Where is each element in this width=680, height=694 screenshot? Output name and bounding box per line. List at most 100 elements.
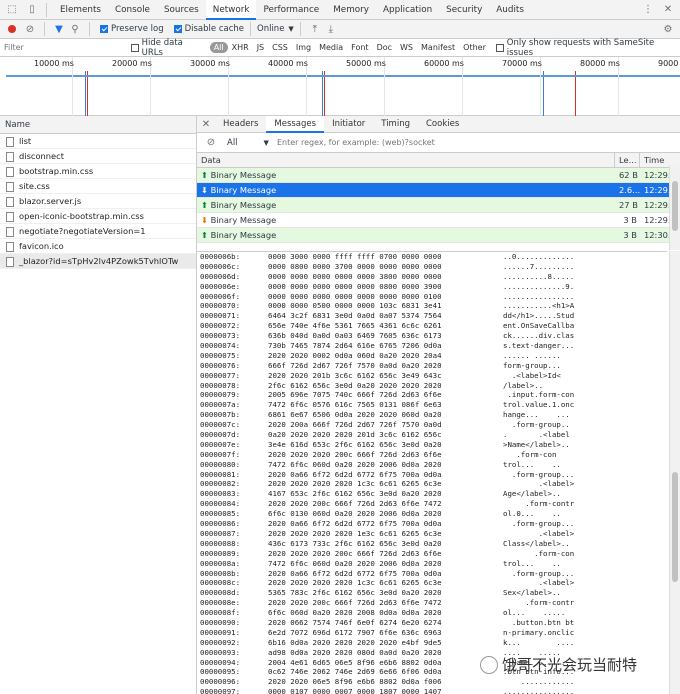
disable-cache-checkbox[interactable] — [173, 25, 182, 33]
message-row[interactable]: ⬆ Binary Message 27 B 12:29... — [197, 198, 680, 213]
tab-network[interactable]: Network — [205, 0, 257, 20]
hex-offset: 00000091: — [200, 627, 241, 637]
divider — [250, 22, 251, 36]
hex-line: 0000008f: 6f6c 060d 0a20 2020 2008 0d0a 0… — [197, 608, 667, 618]
hex-offset: 0000008e: — [200, 598, 241, 608]
message-row[interactable]: ⬆ Binary Message 62 B 12:29... — [197, 168, 680, 183]
detail-tab-headers[interactable]: Headers — [215, 116, 266, 133]
chevron-down-icon[interactable]: ▼ — [264, 139, 269, 147]
request-row[interactable]: _blazor?id=sTpHv2lv4PZowk5TvhlOTw — [0, 254, 196, 269]
hex-bytes: 0000 0000 0000 0000 0000 0800 0000 3900 — [268, 281, 442, 291]
filter-type-other[interactable]: Other — [459, 43, 490, 52]
preserve-log-checkbox[interactable] — [100, 25, 108, 33]
filter-type-manifest[interactable]: Manifest — [417, 43, 459, 52]
samesite-checkbox[interactable] — [495, 43, 504, 52]
close-icon[interactable]: ✕ — [197, 119, 215, 130]
hex-offset: 0000008c: — [200, 578, 241, 588]
hex-bytes: 2020 0a66 6f72 6d2d 6772 6f75 700a 0d0a — [268, 469, 442, 479]
tab-memory[interactable]: Memory — [326, 0, 376, 20]
hex-offset: 00000090: — [200, 617, 241, 627]
hex-line: 00000083: 4167 653c 2f6c 6162 656c 3e0d 0… — [197, 489, 667, 499]
request-row[interactable]: disconnect — [0, 149, 196, 164]
devtools-tabbar: ⬚ ▯ Elements Console Sources Network Perform… — [0, 0, 680, 20]
hex-offset: 0000007a: — [200, 400, 241, 410]
tab-console[interactable]: Console — [108, 0, 157, 20]
length-column-header[interactable]: Le... — [615, 153, 640, 167]
tab-sources[interactable]: Sources — [157, 0, 206, 20]
timeline-tick-label: 60000 ms — [424, 59, 464, 68]
hex-offset: 00000097: — [200, 687, 241, 694]
message-type-select[interactable]: All — [227, 138, 238, 148]
hex-bytes: 2020 2020 200c 666f 726d 2d63 6f6e 7472 — [268, 598, 442, 608]
settings-gear-icon[interactable]: ⚙ — [660, 21, 676, 37]
message-length: 2.6... — [619, 185, 640, 195]
detail-tab-messages[interactable]: Messages — [266, 115, 325, 133]
filter-type-media[interactable]: Media — [315, 43, 347, 52]
filter-icon[interactable]: ▼ — [51, 21, 67, 37]
hex-offset: 00000094: — [200, 657, 241, 667]
filter-input[interactable] — [4, 40, 127, 55]
message-row[interactable]: ⬆ Binary Message 3 B 12:30... — [197, 228, 680, 243]
time-column-header[interactable]: Time — [640, 153, 670, 167]
hex-ascii: ......7......... — [503, 261, 575, 271]
filter-type-all[interactable]: All — [209, 42, 228, 53]
messages-scrollbar[interactable] — [669, 165, 680, 250]
hex-ascii: form-group... — [503, 360, 561, 370]
filter-type-xhr[interactable]: XHR — [228, 43, 253, 52]
timeline-overview[interactable]: 10000 ms 20000 ms 30000 ms 40000 ms 50000 ms… — [0, 57, 680, 116]
hex-offset: 0000008f: — [200, 608, 241, 618]
data-column-header[interactable]: Data — [197, 153, 615, 167]
export-har-icon[interactable]: ⤓ — [323, 21, 339, 37]
name-column-header[interactable]: Name — [0, 116, 196, 134]
detail-tab-cookies[interactable]: Cookies — [418, 116, 467, 133]
scrollbar-thumb[interactable] — [672, 472, 678, 582]
request-row[interactable]: negotiate?negotiateVersion=1 — [0, 224, 196, 239]
message-row[interactable]: ⬇ Binary Message 3 B 12:29... — [197, 213, 680, 228]
file-icon — [6, 152, 14, 162]
search-icon[interactable]: ⚲ — [67, 21, 83, 37]
message-filter-input[interactable] — [276, 135, 497, 150]
record-icon[interactable] — [8, 25, 16, 33]
more-options-icon[interactable]: ⋮ — [640, 2, 656, 18]
tab-performance[interactable]: Performance — [256, 0, 326, 20]
scrollbar-thumb[interactable] — [672, 181, 678, 231]
import-har-icon[interactable]: ⤒ — [307, 21, 323, 37]
clear-messages-icon[interactable]: ⊘ — [203, 135, 219, 151]
request-row[interactable]: favicon.ico — [0, 239, 196, 254]
tab-audits[interactable]: Audits — [489, 0, 531, 20]
message-row[interactable]: ⬇ Binary Message 2.6... 12:29... — [197, 183, 680, 198]
hex-line: 00000091: 6e2d 7072 696d 6172 7907 6f6e 6… — [197, 628, 667, 638]
tab-elements[interactable]: Elements — [53, 0, 108, 20]
inspect-element-icon[interactable]: ⬚ — [4, 2, 20, 18]
filter-type-img[interactable]: Img — [292, 43, 315, 52]
filter-type-ws[interactable]: WS — [396, 43, 417, 52]
messages-list: ⬆ Binary Message62 B12:29...⬇ Binary Mes… — [197, 168, 680, 243]
request-row[interactable]: open-iconic-bootstrap.min.css — [0, 209, 196, 224]
hex-line: 0000008e: 2020 2020 200c 666f 726d 2d63 6… — [197, 598, 667, 608]
chevron-down-icon[interactable]: ▼ — [288, 25, 293, 33]
message-length: 3 B — [623, 230, 637, 240]
throttle-select[interactable]: Online — [257, 24, 284, 34]
filter-type-font[interactable]: Font — [347, 43, 372, 52]
hex-bytes: 636b 040d 0a0d 0a03 6469 7605 636c 6173 — [268, 331, 442, 341]
device-toolbar-icon[interactable]: ▯ — [24, 2, 40, 18]
request-row[interactable]: list — [0, 134, 196, 149]
tab-security[interactable]: Security — [439, 0, 489, 20]
detail-tab-initiator[interactable]: Initiator — [324, 116, 373, 133]
hex-offset: 00000092: — [200, 637, 241, 647]
tab-application[interactable]: Application — [376, 0, 439, 20]
close-devtools-icon[interactable]: ✕ — [660, 2, 676, 18]
filter-type-doc[interactable]: Doc — [373, 43, 396, 52]
hex-scrollbar[interactable] — [669, 251, 680, 694]
filter-type-js[interactable]: JS — [253, 43, 268, 52]
clear-icon[interactable]: ⊘ — [22, 21, 38, 37]
request-row[interactable]: bootstrap.min.css — [0, 164, 196, 179]
request-row[interactable]: blazor.server.js — [0, 194, 196, 209]
detail-tab-timing[interactable]: Timing — [373, 116, 418, 133]
filter-type-css[interactable]: CSS — [268, 43, 292, 52]
hex-offset: 0000006f: — [200, 291, 241, 301]
network-toolbar: ⊘ ▼ ⚲ Preserve log Disable cache Online … — [0, 20, 680, 39]
request-row[interactable]: site.css — [0, 179, 196, 194]
hide-data-urls-checkbox[interactable] — [130, 43, 139, 52]
hex-offset: 00000070: — [200, 301, 241, 311]
